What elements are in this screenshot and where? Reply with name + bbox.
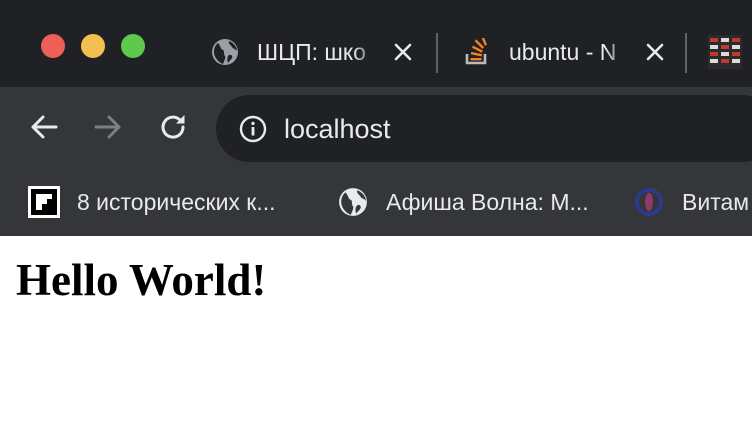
bookmark-item[interactable]: Афиша Волна: М... <box>337 182 589 222</box>
tab-title: ubuntu - N <box>509 38 631 66</box>
reload-button[interactable] <box>151 107 195 151</box>
tab-title: ШЦП: шко <box>257 38 379 66</box>
tab-separator <box>685 33 687 73</box>
tab-close-icon[interactable] <box>643 40 667 64</box>
info-icon[interactable] <box>239 115 267 143</box>
browser-toolbar: localhost <box>0 87 752 171</box>
window-minimize-button[interactable] <box>81 34 105 58</box>
tab-strip: ШЦП: шко ubuntu - N <box>0 0 752 87</box>
back-arrow-icon <box>29 112 59 147</box>
bookmark-item[interactable]: 8 исторических к... <box>28 182 276 222</box>
window-zoom-button[interactable] <box>121 34 145 58</box>
circle-logo-icon <box>633 186 665 218</box>
reload-icon <box>158 112 188 147</box>
bookmark-item[interactable]: Витам <box>633 182 749 222</box>
stackoverflow-icon <box>463 38 491 66</box>
tab-separator <box>436 33 438 73</box>
tab-close-icon[interactable] <box>391 40 415 64</box>
app-icon[interactable] <box>708 35 742 69</box>
address-bar[interactable]: localhost <box>216 95 752 162</box>
window-close-button[interactable] <box>41 34 65 58</box>
forward-button[interactable] <box>86 107 130 151</box>
back-button[interactable] <box>22 107 66 151</box>
bookmarks-bar: 8 исторических к... Афиша Волна: М... Ви… <box>0 171 752 236</box>
page-heading: Hello World! <box>16 255 267 305</box>
bookmark-label: Афиша Волна: М... <box>386 188 589 215</box>
flipboard-icon <box>28 186 60 218</box>
bookmark-label: 8 исторических к... <box>77 188 276 215</box>
address-text: localhost <box>284 114 391 144</box>
globe-icon <box>211 38 239 66</box>
forward-arrow-icon <box>93 112 123 147</box>
tab-ubuntu[interactable]: ubuntu - N <box>463 28 667 76</box>
globe-icon <box>337 186 369 218</box>
tab-shcp[interactable]: ШЦП: шко <box>211 28 415 76</box>
browser-chrome: ШЦП: шко ubuntu - N localhost 8 историче… <box>0 0 752 236</box>
page-content: Hello World! <box>0 236 752 436</box>
bookmark-label: Витам <box>682 188 750 215</box>
